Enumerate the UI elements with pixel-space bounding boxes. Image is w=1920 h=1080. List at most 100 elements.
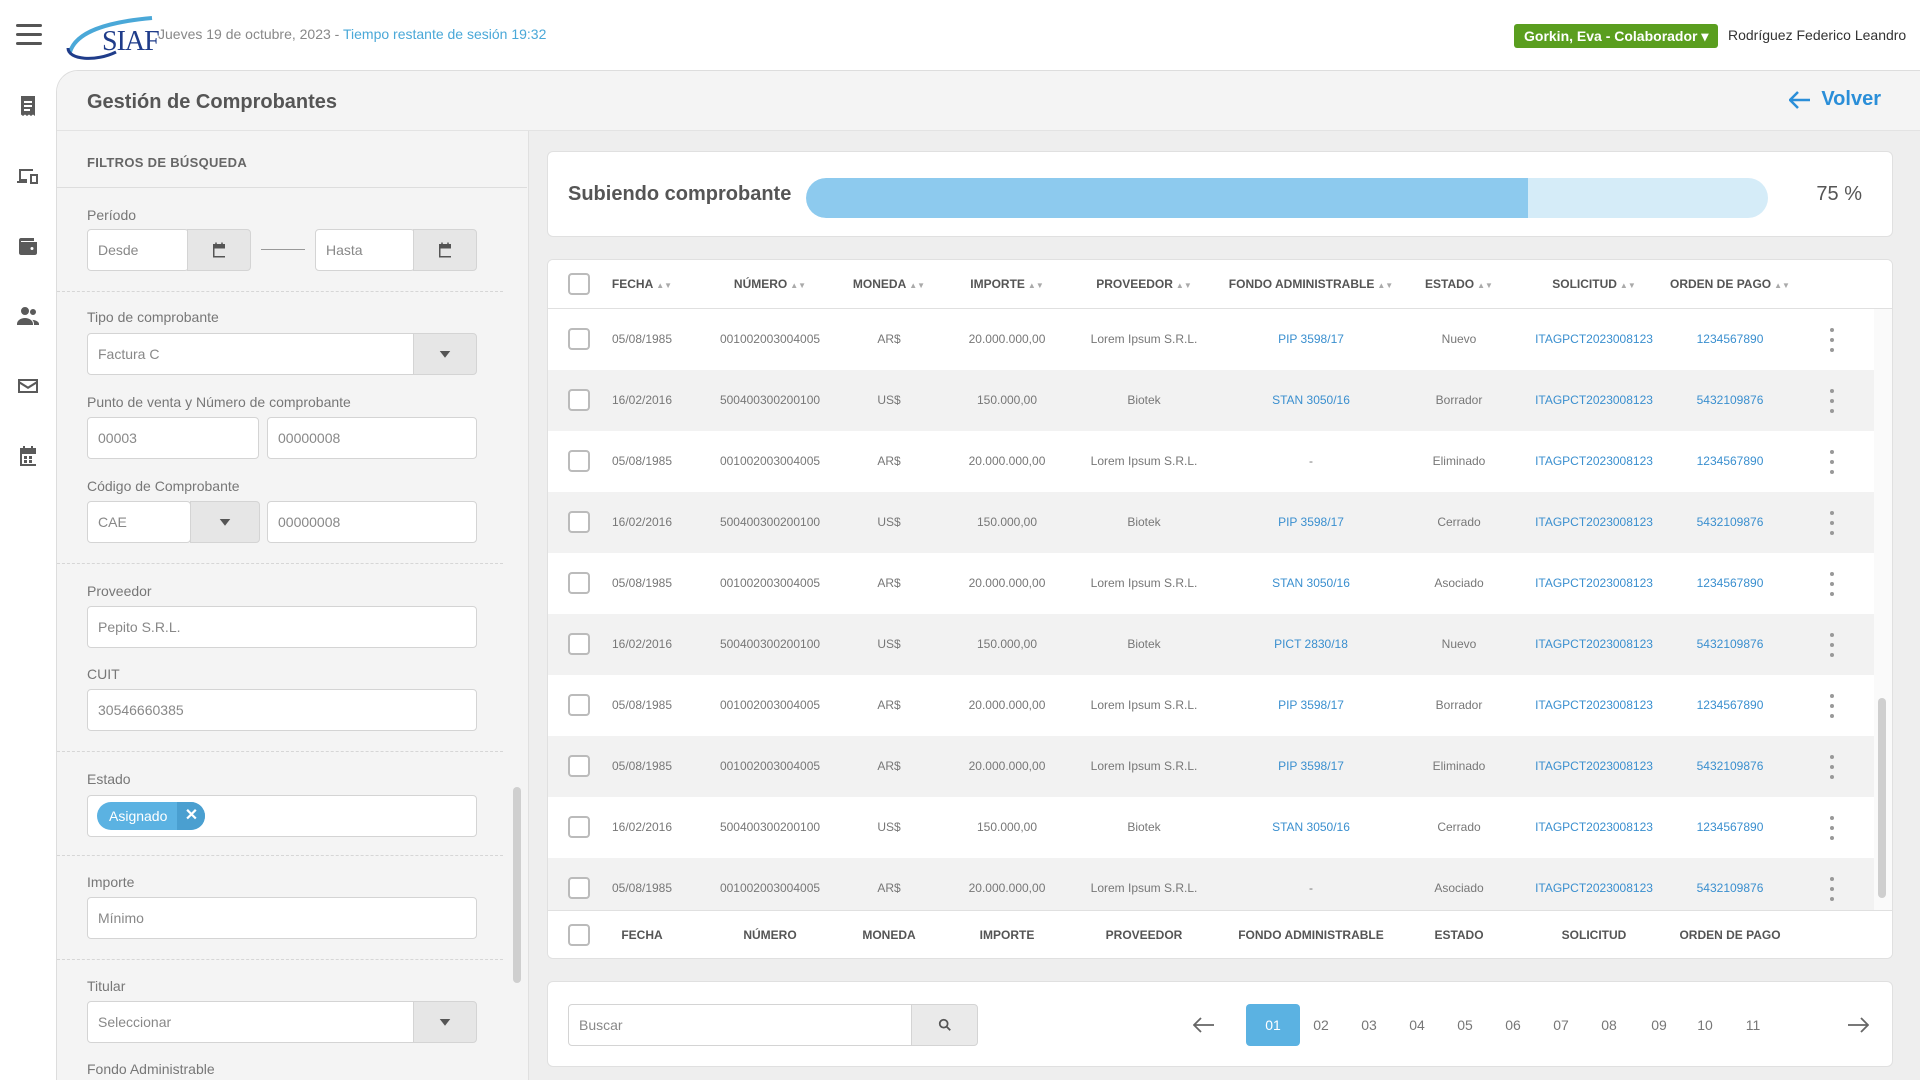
row-actions-icon[interactable]	[1828, 389, 1836, 413]
cell-orden-de-pago[interactable]: 1234567890	[1660, 797, 1800, 858]
next-page-button[interactable]	[1838, 1004, 1878, 1046]
cell-solicitud[interactable]: ITAGPCT2023008123	[1509, 675, 1679, 736]
desde-input[interactable]: Desde	[87, 229, 189, 271]
column-header-importe[interactable]: IMPORTE ▲▼	[942, 260, 1072, 309]
cell-fondo-administrable[interactable]: PIP 3598/17	[1216, 675, 1406, 736]
cell-solicitud[interactable]: ITAGPCT2023008123	[1509, 797, 1679, 858]
sort-icon[interactable]: ▲▼	[656, 281, 672, 290]
numero-comprobante-input[interactable]: 00000008	[267, 417, 477, 459]
page-button-08[interactable]: 08	[1582, 1004, 1636, 1046]
proveedor-input[interactable]: Pepito S.R.L.	[87, 606, 477, 648]
column-header-fondo-administrable[interactable]: FONDO ADMINISTRABLE ▲▼	[1216, 260, 1406, 309]
table-row[interactable]: 05/08/1985 001002003004005 AR$ 20.000.000,0…	[548, 309, 1874, 370]
cell-solicitud[interactable]: ITAGPCT2023008123	[1509, 431, 1679, 492]
cell-solicitud[interactable]: ITAGPCT2023008123	[1509, 309, 1679, 370]
desde-calendar-button[interactable]	[187, 229, 251, 271]
table-row[interactable]: 16/02/2016 500400300200100 US$ 150.000,00 Bi…	[548, 797, 1874, 858]
row-actions-icon[interactable]	[1828, 633, 1836, 657]
table-row[interactable]: 05/08/1985 001002003004005 AR$ 20.000.000,0…	[548, 736, 1874, 797]
sort-icon[interactable]: ▲▼	[790, 281, 806, 290]
search-button[interactable]	[911, 1004, 978, 1046]
row-actions-icon[interactable]	[1828, 328, 1836, 352]
row-actions-icon[interactable]	[1828, 572, 1836, 596]
cell-fondo-administrable[interactable]: STAN 3050/16	[1216, 553, 1406, 614]
sort-icon[interactable]: ▲▼	[1620, 281, 1636, 290]
page-button-05[interactable]: 05	[1438, 1004, 1492, 1046]
column-header-fecha[interactable]: FECHA ▲▼	[587, 260, 697, 309]
cell-solicitud[interactable]: ITAGPCT2023008123	[1509, 614, 1679, 675]
cell-orden-de-pago[interactable]: 1234567890	[1660, 675, 1800, 736]
receipt-icon[interactable]	[16, 94, 40, 118]
calendar-icon[interactable]	[16, 444, 40, 468]
sort-icon[interactable]: ▲▼	[1774, 281, 1790, 290]
table-scrollbar[interactable]	[1878, 698, 1886, 898]
cell-fondo-administrable[interactable]: -	[1216, 431, 1406, 492]
cell-fondo-administrable[interactable]: PIP 3598/17	[1216, 492, 1406, 553]
filters-scrollbar[interactable]	[513, 787, 521, 983]
column-header-numero[interactable]: NÚMERO ▲▼	[695, 260, 845, 309]
devices-icon[interactable]	[16, 164, 40, 188]
page-button-07[interactable]: 07	[1534, 1004, 1588, 1046]
cell-orden-de-pago[interactable]: 5432109876	[1660, 736, 1800, 797]
sort-icon[interactable]: ▲▼	[1176, 281, 1192, 290]
cell-solicitud[interactable]: ITAGPCT2023008123	[1509, 553, 1679, 614]
page-button-02[interactable]: 02	[1294, 1004, 1348, 1046]
menu-icon[interactable]	[16, 24, 42, 46]
column-header-orden-de-pago[interactable]: ORDEN DE PAGO ▲▼	[1660, 260, 1800, 309]
codigo-numero-input[interactable]: 00000008	[267, 501, 477, 543]
cell-orden-de-pago[interactable]: 1234567890	[1660, 309, 1800, 370]
cell-solicitud[interactable]: ITAGPCT2023008123	[1509, 370, 1679, 431]
page-button-04[interactable]: 04	[1390, 1004, 1444, 1046]
table-row[interactable]: 16/02/2016 500400300200100 US$ 150.000,00 Bi…	[548, 492, 1874, 553]
mail-icon[interactable]	[16, 374, 40, 398]
table-row[interactable]: 16/02/2016 500400300200100 US$ 150.000,00 Bi…	[548, 614, 1874, 675]
page-button-11[interactable]: 11	[1726, 1004, 1780, 1046]
punto-venta-input[interactable]: 00003	[87, 417, 259, 459]
table-row[interactable]: 05/08/1985 001002003004005 AR$ 20.000.000,0…	[548, 553, 1874, 614]
cell-orden-de-pago[interactable]: 5432109876	[1660, 614, 1800, 675]
codigo-select[interactable]: CAE	[87, 501, 191, 543]
cell-fondo-administrable[interactable]: PIP 3598/17	[1216, 309, 1406, 370]
cell-fondo-administrable[interactable]: PIP 3598/17	[1216, 736, 1406, 797]
prev-page-button[interactable]	[1184, 1004, 1224, 1046]
cell-orden-de-pago[interactable]: 1234567890	[1660, 553, 1800, 614]
row-actions-icon[interactable]	[1828, 511, 1836, 535]
page-button-06[interactable]: 06	[1486, 1004, 1540, 1046]
back-button[interactable]: Volver	[1789, 88, 1881, 111]
page-button-01[interactable]: 01	[1246, 1004, 1300, 1046]
row-actions-icon[interactable]	[1828, 755, 1836, 779]
cell-orden-de-pago[interactable]: 1234567890	[1660, 431, 1800, 492]
cell-orden-de-pago[interactable]: 5432109876	[1660, 370, 1800, 431]
column-header-proveedor[interactable]: PROVEEDOR ▲▼	[1069, 260, 1219, 309]
hasta-input[interactable]: Hasta	[315, 229, 415, 271]
table-row[interactable]: 05/08/1985 001002003004005 AR$ 20.000.000,0…	[548, 431, 1874, 492]
page-button-10[interactable]: 10	[1678, 1004, 1732, 1046]
user-role-dropdown[interactable]: Gorkin, Eva - Colaborador ▾	[1514, 24, 1719, 48]
importe-minimo-input[interactable]: Mínimo	[87, 897, 477, 939]
cuit-input[interactable]: 30546660385	[87, 689, 477, 731]
sort-icon[interactable]: ▲▼	[909, 281, 925, 290]
cell-solicitud[interactable]: ITAGPCT2023008123	[1509, 736, 1679, 797]
search-input[interactable]: Buscar	[568, 1004, 912, 1046]
page-button-03[interactable]: 03	[1342, 1004, 1396, 1046]
row-actions-icon[interactable]	[1828, 877, 1836, 901]
column-header-moneda[interactable]: MONEDA ▲▼	[844, 260, 934, 309]
titular-select[interactable]: Seleccionar	[87, 1001, 421, 1043]
row-actions-icon[interactable]	[1828, 816, 1836, 840]
tipo-select[interactable]: Factura C	[87, 333, 421, 375]
cell-fondo-administrable[interactable]: STAN 3050/16	[1216, 797, 1406, 858]
cell-fondo-administrable[interactable]: STAN 3050/16	[1216, 370, 1406, 431]
wallet-icon[interactable]	[16, 234, 40, 258]
sort-icon[interactable]: ▲▼	[1377, 281, 1393, 290]
column-header-solicitud[interactable]: SOLICITUD ▲▼	[1509, 260, 1679, 309]
cell-fondo-administrable[interactable]: PICT 2830/18	[1216, 614, 1406, 675]
hasta-calendar-button[interactable]	[413, 229, 477, 271]
row-actions-icon[interactable]	[1828, 694, 1836, 718]
table-row[interactable]: 05/08/1985 001002003004005 AR$ 20.000.000,0…	[548, 675, 1874, 736]
cell-solicitud[interactable]: ITAGPCT2023008123	[1509, 492, 1679, 553]
table-row[interactable]: 16/02/2016 500400300200100 US$ 150.000,00 Bi…	[548, 370, 1874, 431]
titular-dropdown-button[interactable]	[413, 1001, 477, 1043]
column-header-estado[interactable]: ESTADO ▲▼	[1404, 260, 1514, 309]
sort-icon[interactable]: ▲▼	[1477, 281, 1493, 290]
tipo-dropdown-button[interactable]	[413, 333, 477, 375]
